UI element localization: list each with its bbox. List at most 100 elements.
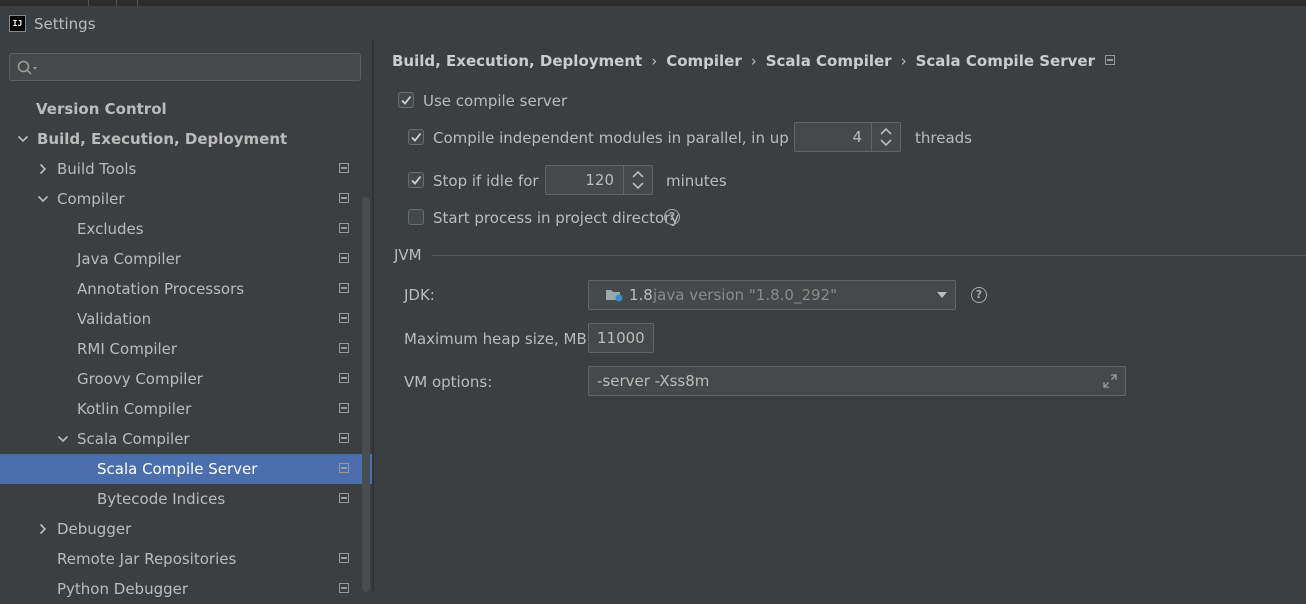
tree-item-label: Compiler xyxy=(57,190,125,208)
start-in-project-dir-label: Start process in project directory xyxy=(433,209,680,227)
idle-minutes-value: 120 xyxy=(585,171,614,189)
tree-item-label: Annotation Processors xyxy=(77,280,245,298)
spinner-up-icon[interactable] xyxy=(632,170,644,178)
chevron-right-icon[interactable] xyxy=(36,514,50,544)
strip-divider xyxy=(116,0,117,6)
strip-divider xyxy=(137,0,138,6)
project-scope-icon xyxy=(339,403,349,413)
project-scope-icon xyxy=(339,223,349,233)
spinner-down-icon[interactable] xyxy=(632,182,644,190)
expand-icon[interactable] xyxy=(1103,374,1117,388)
idle-minutes-spinner[interactable]: 120 xyxy=(545,165,653,195)
threads-value: 4 xyxy=(852,128,862,146)
jdk-dropdown[interactable]: 1.8 java version "1.8.0_292" xyxy=(588,280,956,310)
use-compile-server-label: Use compile server xyxy=(423,92,568,110)
tree-item-label: Python Debugger xyxy=(57,580,189,598)
project-scope-icon xyxy=(339,373,349,383)
idle-minutes-stepper[interactable] xyxy=(623,166,652,194)
chevron-down-icon[interactable] xyxy=(937,292,947,298)
chevron-down-icon[interactable] xyxy=(36,184,50,214)
breadcrumb-item[interactable]: Scala Compiler xyxy=(766,52,892,70)
tree-item-version-control[interactable]: Version Control xyxy=(0,94,372,124)
breadcrumb-item: Scala Compile Server xyxy=(915,52,1095,70)
tree-item-label: Remote Jar Repositories xyxy=(57,550,237,568)
tree-item-label: Build, Execution, Deployment xyxy=(37,130,288,148)
breadcrumb-item[interactable]: Build, Execution, Deployment xyxy=(392,52,642,70)
chevron-down-icon[interactable] xyxy=(16,124,30,154)
tree-item-rmi-compiler[interactable]: RMI Compiler xyxy=(0,334,372,364)
vm-options-value: -server -Xss8m xyxy=(597,372,710,390)
tree-item-build-tools[interactable]: Build Tools xyxy=(0,154,372,184)
tree-item-label: Excludes xyxy=(77,220,144,238)
stop-if-idle-checkbox[interactable] xyxy=(408,172,424,188)
project-scope-icon xyxy=(339,193,349,203)
tree-item-label: Scala Compile Server xyxy=(97,460,258,478)
tree-item-debugger[interactable]: Debugger xyxy=(0,514,372,544)
strip-divider xyxy=(88,0,89,6)
vm-options-label: VM options: xyxy=(404,373,493,391)
search-icon xyxy=(17,60,37,75)
project-scope-icon xyxy=(339,283,349,293)
settings-content: Build, Execution, Deployment › Compiler › Sc… xyxy=(374,40,1306,592)
chevron-right-icon[interactable] xyxy=(36,154,50,184)
tree-item-compiler[interactable]: Compiler xyxy=(0,184,372,214)
tree-item-excludes[interactable]: Excludes xyxy=(0,214,372,244)
tree-item-label: Groovy Compiler xyxy=(77,370,203,388)
jdk-folder-icon xyxy=(606,290,623,302)
tree-item-label: RMI Compiler xyxy=(77,340,178,358)
tree-item-label: Debugger xyxy=(57,520,132,538)
tree-item-scala-compile-server[interactable]: Scala Compile Server xyxy=(0,454,372,484)
project-scope-icon xyxy=(339,253,349,263)
breadcrumb: Build, Execution, Deployment › Compiler › Sc… xyxy=(392,50,1115,72)
tree-item-label: Validation xyxy=(77,310,152,328)
use-compile-server-checkbox[interactable] xyxy=(398,92,414,108)
minutes-suffix: minutes xyxy=(666,172,727,190)
threads-spinner[interactable]: 4 xyxy=(794,122,901,152)
title-bar: IJ Settings xyxy=(0,0,1306,40)
spinner-up-icon[interactable] xyxy=(880,127,892,135)
tree-item-python-debugger[interactable]: Python Debugger xyxy=(0,574,372,604)
tree-item-validation[interactable]: Validation xyxy=(0,304,372,334)
breadcrumb-item[interactable]: Compiler xyxy=(666,52,742,70)
tree-item-bytecode-indices[interactable]: Bytecode Indices xyxy=(0,484,372,514)
tree-item-kotlin-compiler[interactable]: Kotlin Compiler xyxy=(0,394,372,424)
intellij-app-icon: IJ xyxy=(9,15,26,32)
help-icon[interactable]: ? xyxy=(664,209,680,225)
project-scope-icon xyxy=(339,493,349,503)
search-input[interactable] xyxy=(9,53,361,81)
start-in-project-dir-checkbox[interactable] xyxy=(408,209,424,225)
tree-item-scala-compiler[interactable]: Scala Compiler xyxy=(0,424,372,454)
jdk-description: java version "1.8.0_292" xyxy=(653,286,837,304)
spinner-down-icon[interactable] xyxy=(880,139,892,147)
jdk-label: JDK: xyxy=(404,286,435,304)
chevron-down-icon[interactable] xyxy=(56,424,70,454)
tree-item-groovy-compiler[interactable]: Groovy Compiler xyxy=(0,364,372,394)
threads-stepper[interactable] xyxy=(871,123,900,151)
threads-suffix: threads xyxy=(915,129,972,147)
tree-item-java-compiler[interactable]: Java Compiler xyxy=(0,244,372,274)
heap-size-field[interactable]: 11000 xyxy=(588,323,654,353)
project-scope-icon xyxy=(339,463,349,473)
tree-item-annotation-processors[interactable]: Annotation Processors xyxy=(0,274,372,304)
tree-item-label: Build Tools xyxy=(57,160,137,178)
tree-item-label: Kotlin Compiler xyxy=(77,400,192,418)
project-scope-icon xyxy=(1104,54,1115,65)
heap-size-label: Maximum heap size, MB: xyxy=(404,330,592,348)
checkmark-icon xyxy=(401,95,412,105)
jvm-section-title: JVM xyxy=(394,246,422,264)
project-scope-icon xyxy=(339,553,349,563)
jdk-help-icon[interactable]: ? xyxy=(971,287,987,303)
vm-options-field[interactable]: -server -Xss8m xyxy=(588,366,1126,396)
parallel-compile-checkbox[interactable] xyxy=(408,129,424,145)
breadcrumb-separator-icon: › xyxy=(651,52,658,70)
tree-item-remote-jar-repositories[interactable]: Remote Jar Repositories xyxy=(0,544,372,574)
tree-item-build-execution-deployment[interactable]: Build, Execution, Deployment xyxy=(0,124,372,154)
checkmark-icon xyxy=(411,132,422,142)
breadcrumb-separator-icon: › xyxy=(750,52,757,70)
jdk-version: 1.8 xyxy=(629,286,653,304)
project-scope-icon xyxy=(339,163,349,173)
project-scope-icon xyxy=(339,313,349,323)
sidebar-scrollbar[interactable] xyxy=(362,197,370,592)
window-title: Settings xyxy=(34,15,96,33)
project-scope-icon xyxy=(339,343,349,353)
